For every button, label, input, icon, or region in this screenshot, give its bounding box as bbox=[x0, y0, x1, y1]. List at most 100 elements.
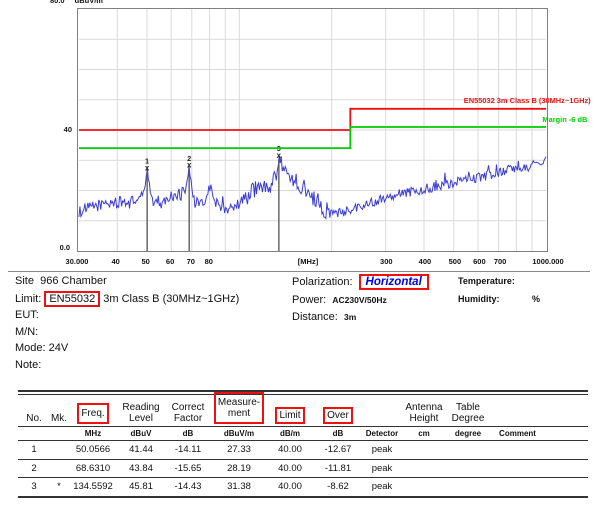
table-row: 150.056641.44-14.1127.3340.00-12.67peak bbox=[18, 441, 588, 459]
column-header: Freq. bbox=[68, 403, 118, 424]
cell-over: -8.62 bbox=[314, 481, 362, 492]
measurement-table: No.Mk. Freq. Reading LevelCorrect FactorMe… bbox=[18, 390, 588, 498]
column-header: Over bbox=[314, 407, 362, 424]
unit-label: dB bbox=[314, 429, 362, 438]
cell-correct: -14.43 bbox=[164, 481, 212, 492]
cell-no: 1 bbox=[18, 444, 50, 455]
polarization-value: Horizontal bbox=[366, 276, 422, 288]
column-header: Mk. bbox=[50, 413, 68, 424]
site-row: Site 966 Chamber bbox=[15, 275, 107, 287]
cell-measurement: 28.19 bbox=[212, 463, 266, 474]
polarization-row: Polarization: Horizontal bbox=[292, 274, 429, 290]
cell-detector: peak bbox=[362, 481, 402, 492]
cell-mk: * bbox=[50, 481, 68, 492]
y-axis-max-value: 80.0 bbox=[50, 0, 65, 5]
polarization-highlight: Horizontal bbox=[359, 274, 429, 290]
x-tick-label: 700 bbox=[494, 257, 507, 266]
mode-value: 24V bbox=[49, 342, 69, 354]
cell-measurement: 27.33 bbox=[212, 444, 266, 455]
mn-label: M/N: bbox=[15, 326, 38, 338]
limit-rest: 3m Class B (30MHz~1GHz) bbox=[103, 293, 239, 305]
limit-line-label: Margin -6 dB bbox=[542, 115, 588, 124]
unit-label: MHz bbox=[68, 429, 118, 438]
cell-over: -12.67 bbox=[314, 444, 362, 455]
eut-row: EUT: bbox=[15, 309, 39, 321]
y-axis-unit: dBuV/m bbox=[75, 0, 103, 5]
x-tick-label: 40 bbox=[111, 257, 119, 266]
limit-row: Limit: EN55032 3m Class B (30MHz~1GHz) bbox=[15, 291, 239, 307]
marker-number: 1 bbox=[145, 156, 149, 165]
column-header: Measure- ment bbox=[212, 392, 266, 424]
limit-standard-highlight: EN55032 bbox=[44, 291, 100, 307]
limit-line-label: EN55032 3m Class B (30MHz~1GHz) bbox=[464, 96, 591, 105]
x-tick-label: 1000.000 bbox=[532, 257, 563, 266]
column-header: Correct Factor bbox=[164, 402, 212, 424]
unit-label: dBuV/m bbox=[212, 429, 266, 438]
humidity-unit: % bbox=[532, 294, 540, 304]
cell-detector: peak bbox=[362, 444, 402, 455]
site-value: 966 Chamber bbox=[40, 275, 107, 287]
x-tick-label: 30.000 bbox=[66, 257, 89, 266]
cell-freq: 134.5592 bbox=[68, 481, 118, 492]
humidity-row: Humidity: % bbox=[458, 294, 540, 304]
x-tick-label: 600 bbox=[473, 257, 486, 266]
mode-label: Mode: bbox=[15, 342, 46, 354]
distance-label: Distance: bbox=[292, 311, 338, 323]
x-tick-label: 60 bbox=[166, 257, 174, 266]
site-label: Site bbox=[15, 275, 34, 287]
power-label: Power: bbox=[292, 294, 326, 306]
table-header-row: No.Mk. Freq. Reading LevelCorrect FactorMe… bbox=[18, 395, 588, 426]
table-body: 150.056641.44-14.1127.3340.00-12.67peak2… bbox=[18, 441, 588, 496]
unit-label: Comment bbox=[490, 429, 545, 438]
column-header: Antenna Height bbox=[402, 402, 446, 424]
spectrum-plot-area: x1x2x3EN55032 3m Class B (30MHz~1GHz)Mar… bbox=[77, 8, 548, 252]
note-row: Note: bbox=[15, 359, 41, 371]
column-header: Table Degree bbox=[446, 402, 490, 424]
cell-correct: -15.65 bbox=[164, 463, 212, 474]
y-tick-40: 40 bbox=[52, 125, 72, 134]
note-label: Note: bbox=[15, 359, 41, 371]
x-tick-label: [MHz] bbox=[298, 257, 318, 266]
distance-value: 3m bbox=[344, 312, 356, 322]
x-tick-label: 70 bbox=[187, 257, 195, 266]
x-tick-label: 400 bbox=[419, 257, 432, 266]
cell-detector: peak bbox=[362, 463, 402, 474]
cell-over: -11.81 bbox=[314, 463, 362, 474]
x-tick-label: 300 bbox=[380, 257, 393, 266]
table-bottom-border bbox=[18, 496, 588, 498]
cell-limit: 40.00 bbox=[266, 444, 314, 455]
highlighted-column-header: Freq. bbox=[77, 403, 108, 424]
section-divider bbox=[8, 271, 590, 272]
cell-reading: 41.44 bbox=[118, 444, 164, 455]
humidity-label: Humidity: bbox=[458, 294, 500, 304]
unit-label: Detector bbox=[362, 429, 402, 438]
highlighted-column-header: Limit bbox=[275, 407, 304, 424]
spectrum-plot: x1x2x3EN55032 3m Class B (30MHz~1GHz)Mar… bbox=[78, 9, 547, 251]
temperature-row: Temperature: bbox=[458, 276, 515, 286]
cell-limit: 40.00 bbox=[266, 481, 314, 492]
highlighted-column-header: Over bbox=[323, 407, 353, 424]
column-header: Reading Level bbox=[118, 402, 164, 424]
cell-measurement: 31.38 bbox=[212, 481, 266, 492]
limit-standard: EN55032 bbox=[49, 293, 95, 305]
mode-row: Mode: 24V bbox=[15, 342, 68, 354]
mn-row: M/N: bbox=[15, 326, 38, 338]
unit-label: dB/m bbox=[266, 429, 314, 438]
y-tick-0: 0.0 bbox=[50, 243, 70, 252]
cell-correct: -14.11 bbox=[164, 444, 212, 455]
unit-label: cm bbox=[402, 429, 446, 438]
polarization-label: Polarization: bbox=[292, 276, 353, 288]
table-row: 268.631043.84-15.6528.1940.00-11.81peak bbox=[18, 459, 588, 478]
table-units-row: MHzdBuVdBdBuV/mdB/mdBDetectorcmdegreeCom… bbox=[18, 427, 588, 440]
x-tick-label: 80 bbox=[205, 257, 213, 266]
table-row: 3*134.559245.81-14.4331.3840.00-8.62peak bbox=[18, 477, 588, 496]
column-header: Limit bbox=[266, 407, 314, 424]
highlighted-column-header: Measure- ment bbox=[214, 392, 264, 424]
cell-no: 3 bbox=[18, 481, 50, 492]
temperature-label: Temperature: bbox=[458, 276, 515, 286]
cell-reading: 45.81 bbox=[118, 481, 164, 492]
x-tick-label: 500 bbox=[449, 257, 462, 266]
eut-label: EUT: bbox=[15, 309, 39, 321]
column-header: No. bbox=[18, 413, 50, 424]
cell-limit: 40.00 bbox=[266, 463, 314, 474]
